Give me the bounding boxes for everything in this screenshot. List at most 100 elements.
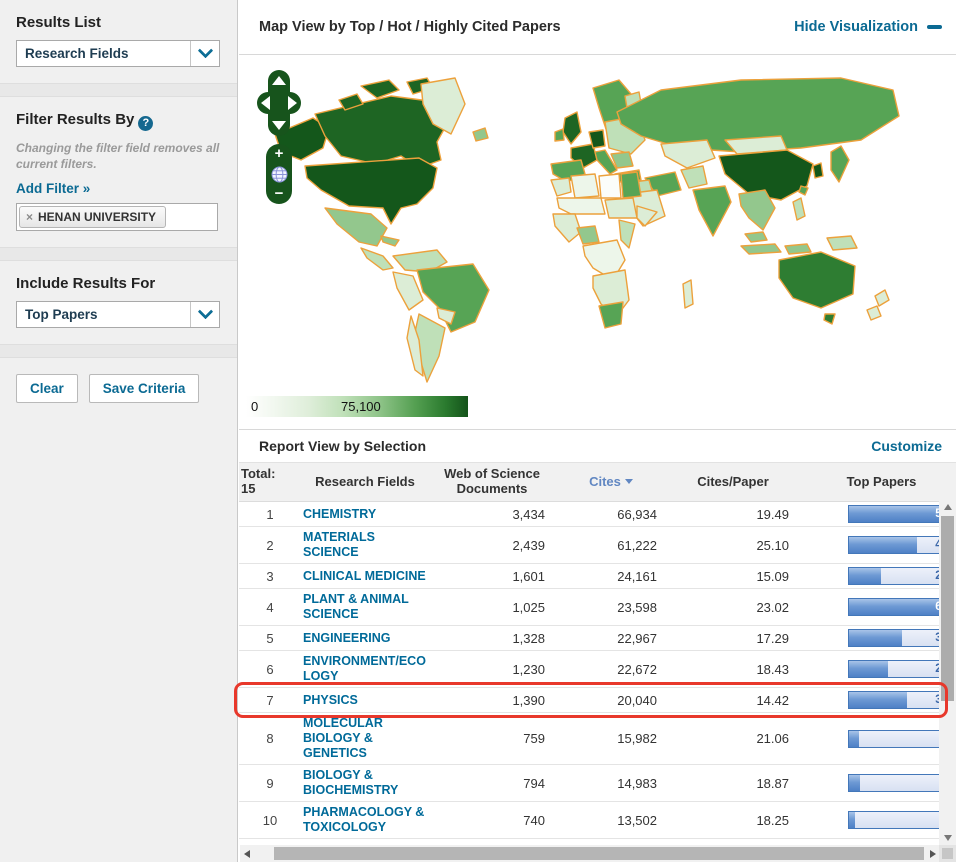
row-cites: 15,982 [555, 713, 667, 765]
remove-filter-icon[interactable]: × [26, 210, 33, 224]
field-link[interactable]: PHYSICS [303, 693, 427, 708]
column-header-research-fields[interactable]: Research Fields [301, 463, 429, 502]
row-rank: 7 [239, 688, 301, 713]
field-link[interactable]: PLANT & ANIMAL SCIENCE [303, 592, 427, 622]
mexico-shape [325, 208, 387, 246]
table-header-row: Total:15 Research Fields Web of Science … [239, 463, 956, 502]
map-view-title: Map View by Top / Hot / Highly Cited Pap… [259, 19, 561, 35]
filter-heading: Filter Results By? [16, 111, 221, 131]
row-cpp: 18.25 [667, 802, 799, 839]
scroll-down-arrow[interactable] [939, 831, 956, 845]
column-header-cites-per-paper[interactable]: Cites/Paper [667, 463, 799, 502]
top-papers-bar: 6 [848, 730, 952, 748]
australia-shape [779, 252, 855, 308]
save-criteria-button[interactable]: Save Criteria [89, 374, 200, 403]
world-map[interactable] [241, 56, 953, 394]
pakistan-afghanistan-shape [681, 166, 707, 188]
tasmania-shape [824, 314, 835, 324]
include-results-value: Top Papers [17, 307, 190, 322]
field-link[interactable]: PHARMACOLOGY & TOXICOLOGY [303, 805, 427, 835]
row-rank: 8 [239, 713, 301, 765]
legend-min-label: 0 [251, 399, 258, 414]
malaysia-shape [745, 232, 767, 242]
field-link[interactable]: ENGINEERING [303, 631, 427, 646]
results-list-dropdown[interactable]: Research Fields [16, 40, 220, 67]
map-pan-control[interactable] [257, 70, 301, 136]
table-row: 3 CLINICAL MEDICINE 1,601 24,161 15.09 2… [239, 564, 956, 589]
table-row: 2 MATERIALS SCIENCE 2,439 61,222 25.10 4… [239, 527, 956, 564]
field-link[interactable]: CLINICAL MEDICINE [303, 569, 427, 584]
report-view-title: Report View by Selection [259, 438, 426, 454]
hide-visualization-link[interactable]: Hide Visualization [794, 19, 942, 35]
minus-icon [927, 25, 942, 29]
top-papers-bar: 36 [848, 691, 952, 709]
sidebar-divider [0, 247, 237, 261]
row-rank: 5 [239, 626, 301, 651]
pan-left-icon[interactable] [261, 96, 270, 110]
top-papers-bar-fill [849, 630, 902, 646]
top-papers-bar-fill [849, 812, 855, 828]
map-legend: 0 75,100 [246, 396, 468, 417]
row-rank: 9 [239, 765, 301, 802]
top-papers-bar-fill [849, 731, 859, 747]
sudan-shape [605, 198, 637, 218]
scroll-up-arrow[interactable] [939, 500, 956, 514]
row-docs: 794 [429, 765, 555, 802]
libya-shape [599, 174, 621, 198]
help-icon[interactable]: ? [138, 116, 153, 131]
row-docs: 1,328 [429, 626, 555, 651]
row-docs: 3,434 [429, 502, 555, 527]
zoom-out-button[interactable]: − [275, 187, 284, 201]
zoom-in-button[interactable]: + [275, 147, 284, 161]
japan-shape [831, 146, 849, 182]
philippines-shape [793, 198, 805, 220]
clear-button[interactable]: Clear [16, 374, 78, 403]
indonesia-shape [741, 244, 811, 254]
chevron-down-icon[interactable] [190, 302, 219, 327]
customize-link[interactable]: Customize [871, 438, 942, 454]
sidebar-actions: Clear Save Criteria [0, 358, 237, 419]
field-link[interactable]: MATERIALS SCIENCE [303, 530, 427, 560]
map-zoom-control: + − [266, 144, 292, 204]
add-filter-link[interactable]: Add Filter » [16, 181, 90, 196]
table-vertical-scrollbar[interactable] [939, 500, 956, 845]
row-rank: 1 [239, 502, 301, 527]
results-list-section: Results List Research Fields [0, 0, 237, 83]
column-header-cites[interactable]: Cites [555, 463, 667, 502]
globe-icon[interactable] [271, 166, 288, 183]
report-view-header: Report View by Selection Customize [239, 430, 956, 462]
vertical-scrollbar-thumb[interactable] [941, 516, 954, 701]
field-link[interactable]: CHEMISTRY [303, 507, 427, 522]
top-papers-bar: 24 [848, 660, 952, 678]
field-link[interactable]: BIOLOGY & BIOCHEMISTRY [303, 768, 427, 798]
pan-up-icon[interactable] [272, 76, 286, 85]
horizontal-scrollbar-thumb[interactable] [274, 847, 924, 860]
scroll-left-arrow[interactable] [240, 845, 254, 862]
table-row: 1 CHEMISTRY 3,434 66,934 19.49 57 [239, 502, 956, 527]
row-cites: 22,672 [555, 651, 667, 688]
row-cites: 23,598 [555, 589, 667, 626]
row-docs: 2,439 [429, 527, 555, 564]
india-shape [693, 186, 731, 236]
filter-tag[interactable]: ×HENAN UNIVERSITY [19, 206, 166, 228]
scroll-right-arrow[interactable] [926, 845, 940, 862]
field-link[interactable]: ENVIRONMENT/ECOLOGY [303, 654, 427, 684]
pan-down-icon[interactable] [272, 121, 286, 130]
column-header-top-papers[interactable]: Top Papers [799, 463, 956, 502]
field-link[interactable]: MOLECULAR BIOLOGY & GENETICS [303, 716, 427, 761]
filter-note: Changing the filter field removes all cu… [16, 140, 221, 172]
row-docs: 1,390 [429, 688, 555, 713]
column-header-wos-documents[interactable]: Web of Science Documents [429, 463, 555, 502]
pan-right-icon[interactable] [288, 96, 297, 110]
table-row: 10 PHARMACOLOGY & TOXICOLOGY 740 13,502 … [239, 802, 956, 839]
table-row: 9 BIOLOGY & BIOCHEMISTRY 794 14,983 18.8… [239, 765, 956, 802]
row-cpp: 19.49 [667, 502, 799, 527]
row-cpp: 18.43 [667, 651, 799, 688]
row-rank: 4 [239, 589, 301, 626]
chevron-down-icon[interactable] [190, 41, 219, 66]
horizontal-scrollbar[interactable] [240, 845, 940, 862]
include-results-dropdown[interactable]: Top Papers [16, 301, 220, 328]
row-cites: 22,967 [555, 626, 667, 651]
central-america-shape [361, 248, 393, 270]
sidebar: Results List Research Fields Filter Resu… [0, 0, 238, 862]
